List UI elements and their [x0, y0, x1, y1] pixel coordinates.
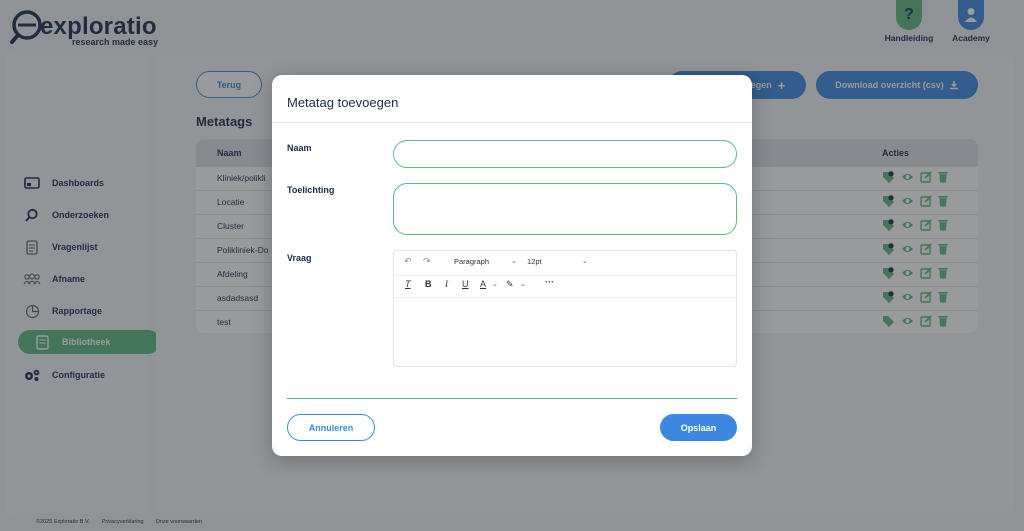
highlight-icon[interactable]: ✎	[506, 279, 514, 290]
redo-icon[interactable]: ↷	[423, 256, 431, 267]
chevron-down-icon[interactable]: ⌄	[492, 280, 498, 288]
save-button[interactable]: Opslaan	[660, 414, 737, 441]
italic-icon[interactable]: I	[445, 279, 448, 289]
font-size-select[interactable]: 12pt	[527, 257, 542, 266]
font-size-value: 12pt	[527, 257, 542, 266]
description-textarea[interactable]	[393, 183, 737, 235]
underline-icon[interactable]: U	[462, 279, 469, 289]
description-label: Toelichting	[287, 185, 335, 195]
name-input[interactable]	[393, 140, 737, 168]
text-color-icon[interactable]: A	[480, 279, 486, 289]
name-label: Naam	[287, 143, 312, 153]
rich-text-editor: ↶ ↷ Paragraph ⌄ 12pt ⌄ T B I U A ⌄ ✎ ⌄ ·…	[393, 250, 737, 367]
question-label: Vraag	[287, 253, 312, 263]
chevron-down-icon[interactable]: ⌄	[520, 280, 526, 288]
dialog-title: Metatag toevoegen	[287, 95, 399, 110]
block-format-value: Paragraph	[454, 257, 490, 266]
chevron-down-icon: ⌄	[582, 258, 588, 265]
editor-toolbar-row-1: ↶ ↷ Paragraph ⌄ 12pt ⌄	[394, 251, 736, 276]
undo-icon[interactable]: ↶	[404, 256, 412, 267]
dialog-divider	[272, 122, 752, 123]
cancel-button[interactable]: Annuleren	[287, 414, 375, 441]
more-icon[interactable]: ···	[545, 277, 554, 287]
add-metatag-dialog: Metatag toevoegen Naam Toelichting Vraag…	[272, 75, 752, 456]
editor-toolbar-row-2: T B I U A ⌄ ✎ ⌄ ···	[394, 275, 736, 298]
editor-content-area[interactable]	[394, 299, 736, 365]
dialog-footer-divider	[287, 398, 737, 399]
chevron-down-icon: ⌄	[511, 258, 517, 265]
bold-icon[interactable]: B	[425, 279, 432, 289]
clear-format-icon[interactable]: T	[405, 279, 411, 289]
block-format-select[interactable]: Paragraph	[454, 257, 489, 266]
